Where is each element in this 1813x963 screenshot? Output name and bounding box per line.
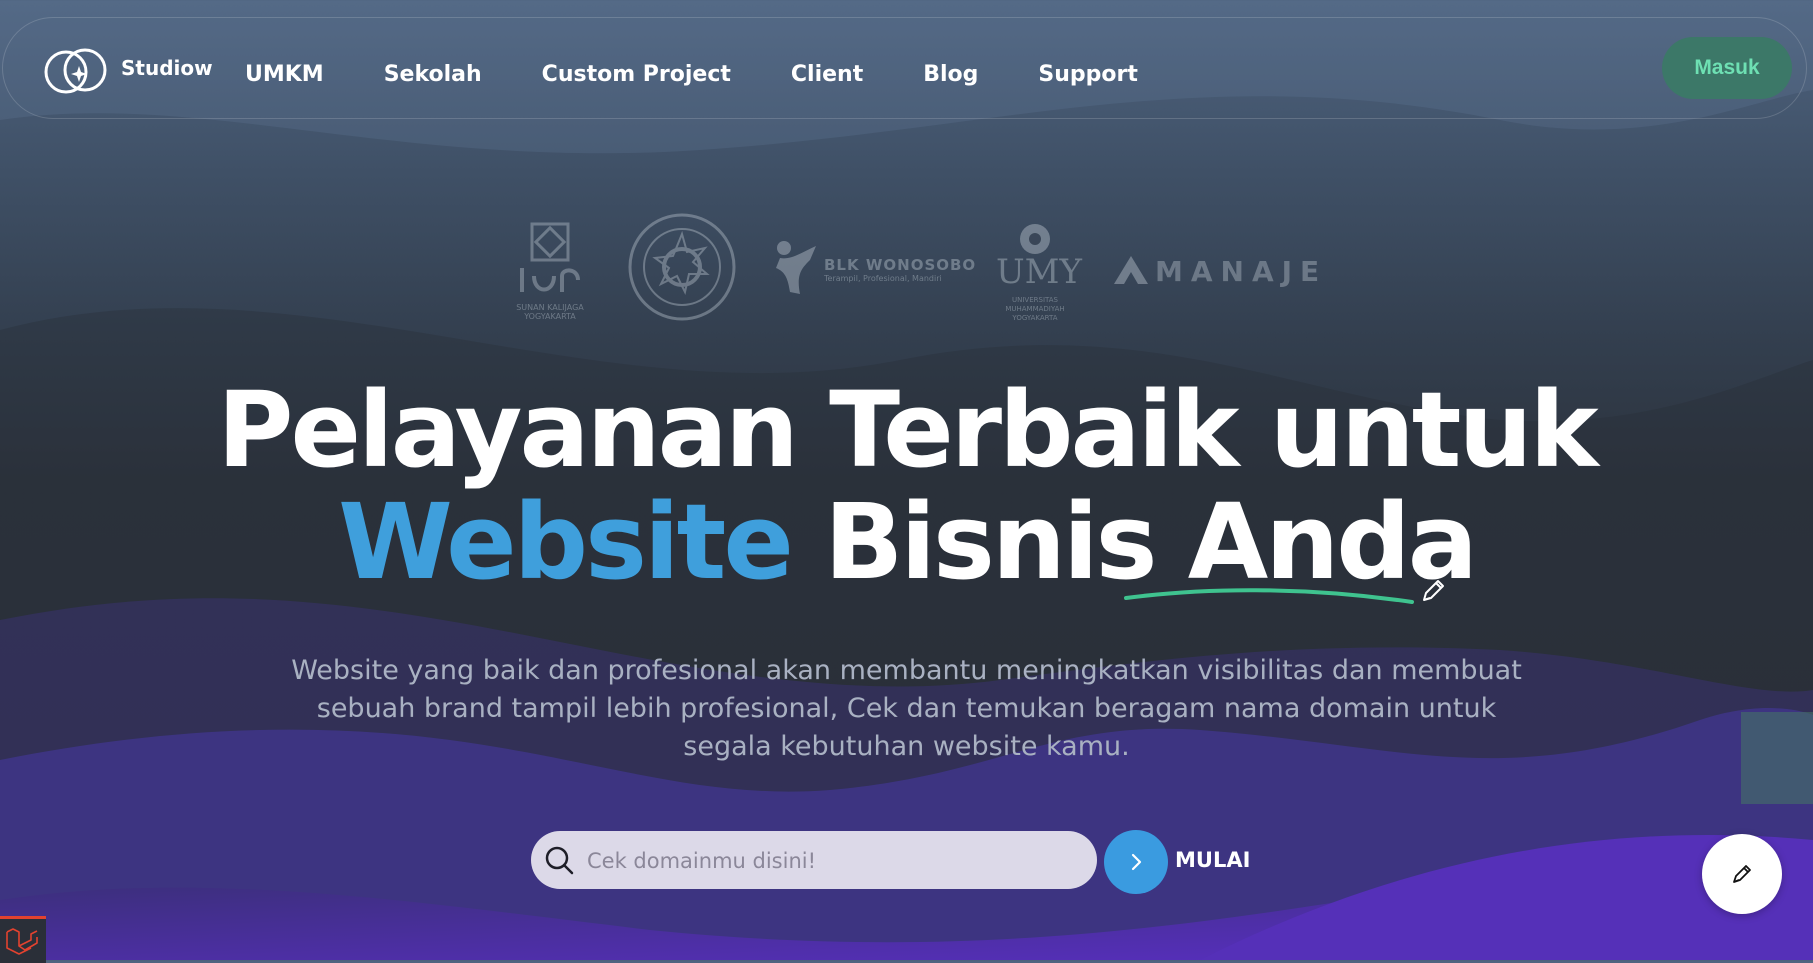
domain-search-input[interactable] [585,831,1079,891]
umy-name: UMY [996,252,1082,292]
laravel-debug-icon[interactable] [0,916,46,963]
domain-search-bar [531,831,1097,891]
hero-title-mid: Bisnis [824,481,1157,603]
nav-link-umkm[interactable]: UMKM [245,62,324,87]
partner-logo-blk-icon [772,238,822,302]
pencil-icon [1733,865,1751,883]
nav-links: UMKM Sekolah Custom Project Client Blog … [245,62,1198,87]
nav-link-blog[interactable]: Blog [923,62,978,87]
partner-logo-uad-seal-icon [627,212,737,326]
uin-caption: SUNAN KALIJAGA YOGYAKARTA [516,303,584,321]
chevron-right-icon [1131,853,1142,871]
nav-link-sekolah[interactable]: Sekolah [384,62,482,87]
top-navbar: Studiow UMKM Sekolah Custom Project Clie… [2,17,1807,119]
search-submit-button[interactable] [1104,830,1168,894]
nav-link-client[interactable]: Client [791,62,863,87]
studiow-logo-icon[interactable] [41,42,113,98]
hero-underline-icon [1124,588,1414,604]
nav-link-custom-project[interactable]: Custom Project [542,62,731,87]
manaje-name: MANAJE [1155,255,1328,288]
brand-name[interactable]: Studiow [121,56,213,80]
hero-subtitle: Website yang baik dan profesional akan m… [291,655,1522,762]
hero-title-line1: Pelayanan Terbaik untuk [217,369,1598,491]
start-label[interactable]: MULAI [1175,848,1250,872]
manaje-logo-icon [1112,254,1150,290]
side-decorative-card [1741,712,1813,804]
search-icon [545,846,574,875]
edit-fab-button[interactable] [1702,834,1782,914]
login-button[interactable]: Masuk [1662,37,1792,99]
hero-title-line2: Website Bisnis Anda [0,482,1813,602]
blk-tagline: Terampil, Profesional, Mandiri [824,274,942,283]
umy-caption: UNIVERSITAS MUHAMMADIYAH YOGYAKARTA [1005,296,1065,322]
pencil-icon [1423,580,1444,601]
nav-link-support[interactable]: Support [1038,62,1137,87]
hero-title-highlight: Website [338,481,794,603]
blk-name: BLK WONOSOBO [824,256,977,274]
partner-logo-uin [510,220,590,306]
